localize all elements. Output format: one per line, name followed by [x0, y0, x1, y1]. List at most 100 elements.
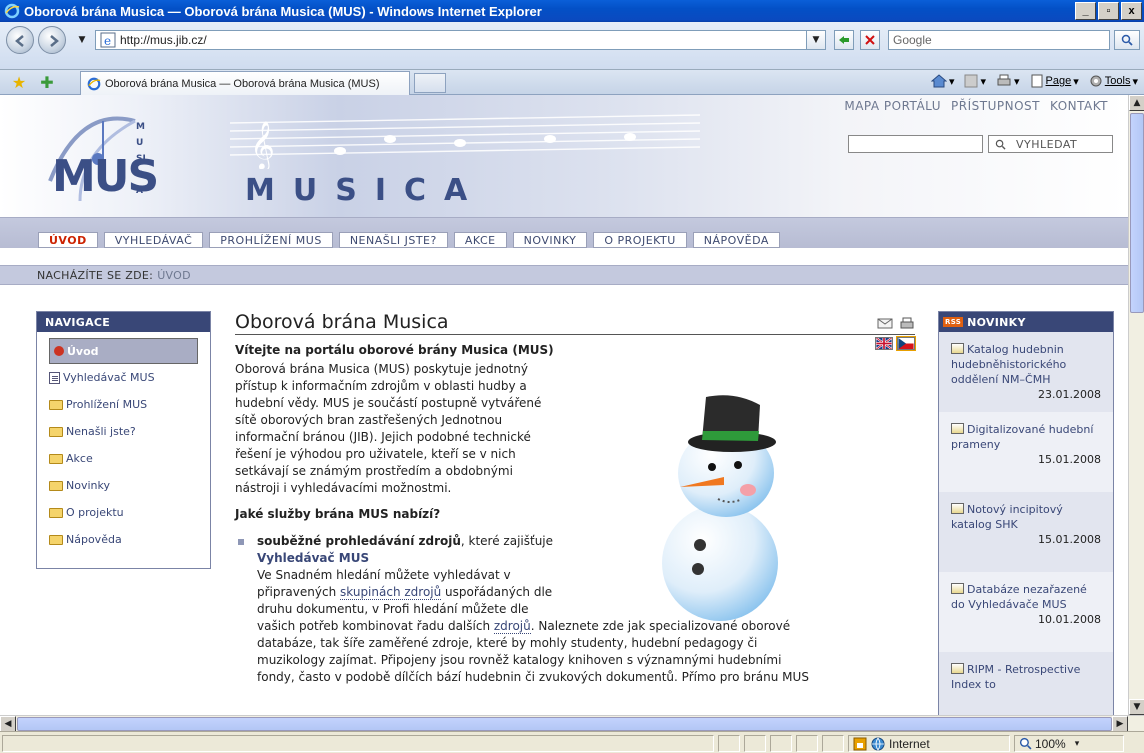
- leftnav-label: O projektu: [66, 506, 124, 519]
- zdroje-link[interactable]: zdrojů: [493, 619, 531, 634]
- bullet-line: databáze, tak šíře zaměřené zdroje, kter…: [257, 636, 758, 650]
- scroll-up-arrow[interactable]: ▲: [1129, 95, 1144, 111]
- leftnav-label: Prohlížení MUS: [66, 398, 148, 411]
- news-title: NOVINKY: [967, 315, 1026, 329]
- news-item[interactable]: Katalog hudebnin hudebněhistorického odd…: [939, 332, 1113, 412]
- folder-icon: [49, 426, 63, 437]
- news-item[interactable]: Databáze nezařazené do Vyhledávače MUS 1…: [939, 572, 1113, 652]
- back-button[interactable]: [6, 26, 34, 54]
- security-zone[interactable]: Internet: [848, 735, 1010, 752]
- leftnav-item-o-projektu[interactable]: O projektu: [49, 499, 198, 526]
- news-item[interactable]: RIPM - Retrospective Index to: [939, 652, 1113, 715]
- horizontal-scroll-thumb[interactable]: [17, 717, 1112, 731]
- maximize-button[interactable]: ▫: [1098, 2, 1119, 20]
- folder-icon: [49, 480, 63, 491]
- vertical-scroll-thumb[interactable]: [1130, 113, 1144, 313]
- scroll-left-arrow[interactable]: ◀: [0, 716, 16, 732]
- news-item-title[interactable]: Digitalizované hudební prameny: [951, 423, 1093, 451]
- site-search-input[interactable]: [848, 135, 983, 153]
- tab-label: Oborová brána Musica — Oborová brána Mus…: [105, 77, 380, 90]
- new-tab-button[interactable]: [414, 73, 446, 93]
- tools-menu[interactable]: Tools ▾: [1089, 74, 1138, 88]
- rss-icon[interactable]: RSS: [943, 317, 964, 327]
- news-item[interactable]: Notový incipitový katalog SHK 15.01.2008: [939, 492, 1113, 572]
- horizontal-scrollbar[interactable]: ◀ ▶: [0, 715, 1144, 732]
- nav-akce[interactable]: AKCE: [453, 232, 507, 248]
- browser-search-input[interactable]: Google: [888, 30, 1110, 50]
- news-item-title[interactable]: Notový incipitový katalog SHK: [951, 503, 1063, 531]
- nav-uvod[interactable]: ÚVOD: [38, 232, 98, 248]
- zoom-dropdown-icon: ▾: [1074, 738, 1080, 748]
- tab-active[interactable]: Oborová brána Musica — Oborová brána Mus…: [80, 71, 410, 95]
- scroll-down-arrow[interactable]: ▼: [1129, 699, 1144, 715]
- site-search-button[interactable]: VYHLEDAT: [988, 135, 1113, 153]
- mus-logo[interactable]: MUS MUSICA: [40, 111, 190, 211]
- leftnav-item-uvod[interactable]: Úvod: [49, 338, 198, 364]
- news-item-title[interactable]: RIPM - Retrospective Index to: [951, 663, 1080, 691]
- vertical-scrollbar[interactable]: ▲ ▼: [1128, 95, 1144, 715]
- site-search-label: VYHLEDAT: [1016, 137, 1078, 151]
- forward-arrow-icon: [50, 35, 59, 47]
- home-icon: [930, 74, 947, 88]
- bullet-line: vašich potřeb kombinovat řadu dalších: [257, 619, 494, 633]
- address-field[interactable]: e http://mus.jib.cz/: [95, 30, 820, 50]
- favorites-star-icon[interactable]: ★: [10, 74, 28, 92]
- print-button[interactable]: ▾: [996, 74, 1020, 88]
- nav-novinky[interactable]: NOVINKY: [512, 232, 588, 248]
- page-viewport: 𝄞 MUS MUSICA MUSICA MAPA PORTÁLU PŘÍSTUP…: [0, 95, 1128, 715]
- breadcrumb-current[interactable]: ÚVOD: [157, 269, 191, 282]
- print-icon[interactable]: [899, 317, 915, 331]
- recent-pages-dropdown[interactable]: ▼: [72, 30, 92, 50]
- add-favorites-icon[interactable]: ✚: [38, 74, 56, 92]
- czech-flag-icon[interactable]: [896, 336, 916, 351]
- status-message-cell: [2, 735, 714, 752]
- browser-search-button[interactable]: [1114, 30, 1140, 50]
- folder-icon: [49, 507, 63, 518]
- scroll-right-arrow[interactable]: ▶: [1112, 716, 1128, 732]
- leftnav-item-prohlizeni[interactable]: Prohlížení MUS: [49, 391, 198, 418]
- address-dropdown[interactable]: ▼: [806, 30, 826, 50]
- home-button[interactable]: ▾: [930, 74, 954, 88]
- nav-napoveda[interactable]: NÁPOVĚDA: [692, 232, 780, 248]
- toplink-accessibility[interactable]: PŘÍSTUPNOST: [951, 99, 1040, 113]
- folder-icon: [49, 399, 63, 410]
- folder-icon: [49, 534, 63, 545]
- forward-button[interactable]: [38, 26, 66, 54]
- nav-vyhledavac[interactable]: VYHLEDÁVAČ: [103, 232, 204, 248]
- intro-line: setkávají se známým prostředím a obdobný…: [235, 464, 513, 478]
- minimize-button[interactable]: _: [1075, 2, 1096, 20]
- stop-button[interactable]: [860, 30, 880, 50]
- page-menu[interactable]: Page ▾: [1030, 74, 1079, 88]
- leftnav-label: Novinky: [66, 479, 110, 492]
- leftnav-item-vyhledavac[interactable]: Vyhledávač MUS: [49, 364, 198, 391]
- leftnav-title: NAVIGACE: [37, 312, 210, 332]
- news-item[interactable]: Digitalizované hudební prameny 15.01.200…: [939, 412, 1113, 492]
- bullet-line: uspořádaných dle: [441, 585, 553, 599]
- refresh-button[interactable]: [834, 30, 854, 50]
- english-flag-icon[interactable]: [875, 337, 893, 350]
- toplink-contact[interactable]: KONTAKT: [1050, 99, 1108, 113]
- news-panel: RSS NOVINKY Katalog hudebnin hudebněhist…: [938, 311, 1114, 715]
- zoom-level: 100%: [1035, 736, 1066, 751]
- skupiny-zdroju-link[interactable]: skupinách zdrojů: [340, 585, 442, 600]
- feeds-button[interactable]: ▾: [964, 74, 986, 88]
- email-icon[interactable]: [877, 317, 893, 329]
- site-header: 𝄞 MUS MUSICA MUSICA MAPA PORTÁLU PŘÍSTUP…: [0, 95, 1128, 217]
- close-button[interactable]: x: [1121, 2, 1142, 20]
- zoom-control[interactable]: 100% ▾: [1014, 735, 1124, 752]
- status-cell: [796, 735, 818, 752]
- nav-prohlizeni[interactable]: PROHLÍŽENÍ MUS: [209, 232, 333, 248]
- leftnav-item-nenasli[interactable]: Nenašli jste?: [49, 418, 198, 445]
- news-item-title[interactable]: Databáze nezařazené do Vyhledávače MUS: [951, 583, 1087, 611]
- snowman-illustration: [662, 395, 778, 621]
- nav-o-projektu[interactable]: O PROJEKTU: [593, 232, 687, 248]
- leftnav-item-novinky[interactable]: Novinky: [49, 472, 198, 499]
- toplink-site-map[interactable]: MAPA PORTÁLU: [844, 99, 941, 113]
- nav-nenasli[interactable]: NENAŠLI JSTE?: [338, 232, 448, 248]
- search-icon: [1121, 34, 1133, 46]
- leftnav-item-akce[interactable]: Akce: [49, 445, 198, 472]
- leftnav-item-napoveda[interactable]: Nápověda: [49, 526, 198, 553]
- news-item-title[interactable]: Katalog hudebnin hudebněhistorického odd…: [951, 343, 1066, 386]
- vyhledavac-link[interactable]: Vyhledávač MUS: [257, 551, 369, 565]
- news-item-date: 15.01.2008: [1038, 453, 1101, 466]
